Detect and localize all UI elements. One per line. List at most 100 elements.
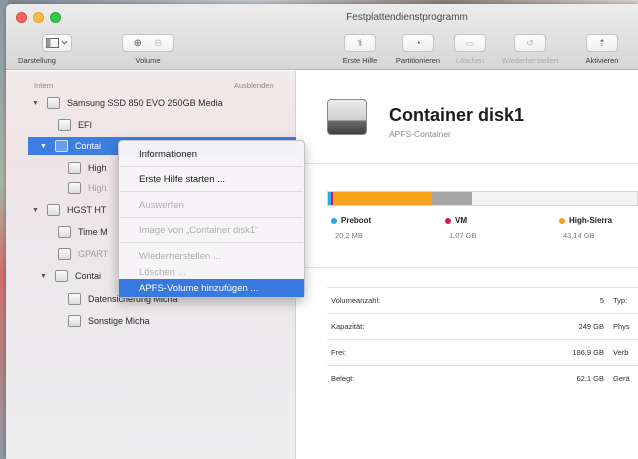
sidebar-item-label: EFI	[78, 120, 93, 130]
sidebar-item-label: Samsung SSD 850 EVO 250GB Media	[67, 98, 223, 108]
sidebar-item-container-disk1[interactable]: ▼ Contai	[40, 136, 101, 156]
usage-segment-high-sierra	[332, 192, 432, 205]
disclosure-triangle-icon[interactable]: ▼	[40, 273, 49, 280]
sidebar-item-high-sierra[interactable]: High	[68, 158, 107, 178]
info-row-free: Frei: 186,9 GB Verb	[327, 339, 638, 365]
info-value: 186,9 GB	[572, 348, 604, 357]
legend-name: VM	[455, 216, 467, 225]
container-icon	[55, 140, 68, 152]
sidebar-item-label: Sonstige Micha	[88, 316, 150, 326]
sidebar-item-label: Time M	[78, 227, 108, 237]
sidebar-item-container-2[interactable]: ▼ Contai	[40, 266, 101, 286]
erase-icon: ▭	[465, 37, 475, 48]
info-key-right: Phys	[613, 322, 630, 331]
container-disk-icon	[327, 99, 367, 135]
volume-icon	[68, 315, 81, 327]
sidebar-item-label: GPART	[78, 249, 109, 259]
usage-bar	[327, 191, 638, 206]
container-icon	[55, 270, 68, 282]
sidebar-item-time-machine[interactable]: Time M	[58, 222, 108, 242]
info-row-capacity: Kapazität: 249 GB Phys	[327, 313, 638, 339]
menu-item-eject[interactable]: Auswerfen	[119, 196, 304, 214]
divider	[297, 163, 638, 164]
info-row-volumes: Volumeanzahl: 5 Typ:	[327, 287, 638, 313]
sidebar-item-gpart[interactable]: GPART	[58, 244, 108, 264]
info-row-used: Belegt: 62,1 GB Gerä	[327, 365, 638, 391]
remove-volume-icon: ⊖	[154, 37, 163, 49]
sidebar-item-efi[interactable]: EFI	[58, 115, 92, 135]
sidebar-item-hgst-disk[interactable]: ▼ HGST HT	[32, 200, 106, 220]
disclosure-triangle-icon[interactable]: ▼	[40, 143, 49, 150]
first-aid-button[interactable]: ⚕	[344, 34, 376, 52]
info-value: 249 GB	[578, 322, 604, 331]
sidebar-item-samsung-disk[interactable]: ▼ Samsung SSD 850 EVO 250GB Media	[32, 93, 223, 113]
mount-icon: ⇡	[598, 37, 606, 48]
erase-button[interactable]: ▭	[454, 34, 486, 52]
erase-label: Löschen	[455, 56, 485, 65]
volume-icon	[68, 162, 81, 174]
info-value: 62,1 GB	[576, 374, 604, 383]
usage-segment-other	[431, 192, 472, 205]
volume-icon	[58, 119, 71, 131]
info-key: Belegt:	[331, 374, 355, 383]
menu-separator	[120, 217, 303, 218]
partition-button[interactable]: ◔	[402, 34, 434, 52]
sidebar-item-label: Contai	[75, 271, 102, 281]
info-value: 5	[599, 296, 604, 305]
main-pane: Container disk1 APFS-Container Preboot 2…	[297, 71, 638, 459]
toolbar: Festplattendienstprogramm Darstellung ⊕ …	[6, 4, 638, 70]
menu-item-info[interactable]: Informationen	[119, 145, 304, 163]
mount-button[interactable]: ⇡	[586, 34, 618, 52]
internal-disk-icon	[47, 204, 60, 216]
sidebar-item-label: High	[88, 163, 107, 173]
disclosure-triangle-icon[interactable]: ▼	[32, 100, 41, 107]
menu-item-first-aid[interactable]: Erste Hilfe starten ...	[119, 170, 304, 188]
mount-label: Aktivieren	[585, 56, 619, 65]
disclosure-triangle-icon[interactable]: ▼	[32, 207, 41, 214]
volume-label: Volume	[135, 56, 161, 65]
legend-size: 43,14 GB	[563, 231, 595, 240]
container-subtitle: APFS-Container	[389, 129, 451, 139]
partition-icon: ◔	[415, 38, 421, 48]
menu-item-image[interactable]: Image von „Container disk1“	[119, 221, 304, 239]
info-key-right: Typ:	[613, 296, 628, 305]
sidebar-item-sonstige[interactable]: Sonstige Micha	[68, 311, 150, 331]
legend-size: 20,2 MB	[335, 231, 363, 240]
legend-name: High-Sierra	[569, 216, 613, 225]
disk-utility-window: Festplattendienstprogramm Darstellung ⊕ …	[6, 4, 638, 459]
menu-separator	[120, 191, 303, 192]
stethoscope-icon: ⚕	[357, 37, 363, 48]
add-volume-icon: ⊕	[133, 37, 142, 49]
restore-icon: ↺	[526, 37, 534, 48]
menu-separator	[120, 242, 303, 243]
vm-color-dot	[445, 218, 451, 224]
context-menu: Informationen Erste Hilfe starten ... Au…	[118, 140, 305, 298]
info-key-right: Verb	[613, 348, 629, 357]
sidebar-item-label: Contai	[75, 141, 102, 151]
sidebar-hide-link[interactable]: Ausblenden	[234, 81, 274, 90]
view-button[interactable]	[42, 34, 72, 52]
menu-separator	[120, 166, 303, 167]
first-aid-label: Erste Hilfe	[342, 56, 378, 65]
menu-item-add-apfs-volume[interactable]: APFS-Volume hinzufügen ...	[119, 279, 304, 297]
volume-icon	[68, 293, 81, 305]
info-key: Kapazität:	[331, 322, 365, 331]
sidebar-view-icon	[46, 38, 68, 48]
restore-label: Wiederherstellen	[501, 56, 559, 65]
preboot-color-dot	[331, 218, 337, 224]
container-title: Container disk1	[389, 105, 525, 125]
info-key: Frei:	[331, 348, 346, 357]
info-key: Volumeanzahl:	[331, 296, 381, 305]
window-title: Festplattendienstprogramm	[346, 12, 468, 23]
partition-label: Partitionieren	[395, 56, 441, 65]
volume-button[interactable]: ⊕ ⊖	[122, 34, 174, 52]
volume-icon	[58, 226, 71, 238]
sidebar-section-internal: Intern	[34, 81, 54, 90]
view-label: Darstellung	[18, 56, 56, 65]
info-key-right: Gerä	[613, 374, 630, 383]
restore-button[interactable]: ↺	[514, 34, 546, 52]
volume-icon	[68, 182, 81, 194]
legend-name: Preboot	[341, 216, 372, 225]
volume-icon	[58, 248, 71, 260]
sidebar-item-high-sierra-2[interactable]: High	[68, 178, 107, 198]
